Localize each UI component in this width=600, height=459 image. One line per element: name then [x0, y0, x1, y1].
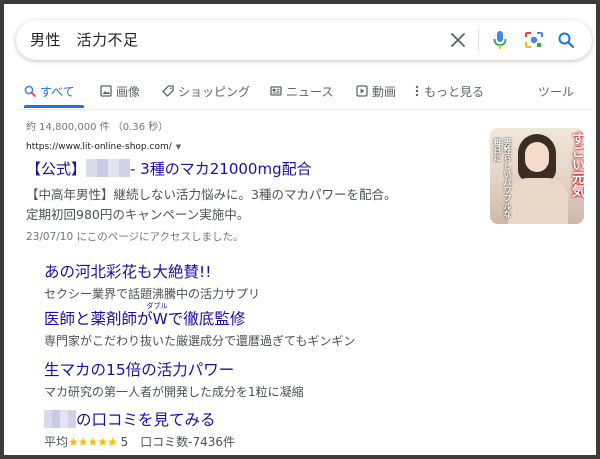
thumbnail-side-text: 男性らしいパワフルな毎日に — [493, 138, 512, 218]
sitelink-title-part[interactable]: W — [153, 310, 168, 328]
image-icon — [100, 85, 112, 97]
sitelink-title-part[interactable]: で徹底監修 — [168, 310, 246, 328]
tab-tools[interactable]: ツール — [538, 80, 574, 102]
ad-desc-line: 【中高年男性】継続しない活力悩みに。3種のマカパワーを配合。 — [26, 187, 397, 202]
tab-label: 画像 — [116, 84, 141, 99]
sitelink-title[interactable]: 医師と薬剤師が ダブル Wで徹底監修 — [44, 302, 504, 329]
ad-url[interactable]: https://www.lit-online-shop.com/ — [26, 142, 172, 152]
news-icon — [270, 86, 282, 96]
sitelink: の口コミを見てみる 平均★★★★★ 5 口コミ数-7436件 — [44, 408, 504, 450]
tab-label: ツール — [538, 84, 575, 99]
blurred-brand-name — [44, 410, 76, 428]
tag-icon — [162, 85, 174, 97]
rating-row: 平均★★★★★ 5 口コミ数-7436件 — [44, 433, 504, 450]
sitelink-title-part[interactable]: の口コミを見てみる — [76, 411, 216, 429]
result-stats: 約 14,800,000 件 （0.36 秒） — [26, 122, 169, 133]
tab-label: 動画 — [372, 84, 397, 99]
sitelink-title-part[interactable]: 医師と薬剤師が — [44, 310, 153, 328]
tab-shopping[interactable]: ショッピング — [162, 80, 250, 102]
screenshot-frame: 男性 活力不足 すべて 画像 ショッピング ニュース 動画 もっと見る ツール … — [0, 0, 600, 459]
tab-label: すべて — [40, 84, 75, 99]
tabs-divider — [18, 109, 590, 110]
thumbnail-face — [525, 142, 549, 172]
more-vert-icon — [415, 85, 419, 97]
ad-thumbnail[interactable]: 男性らしいパワフルな毎日に すごい元気 — [490, 128, 584, 224]
clear-icon[interactable] — [446, 28, 470, 52]
search-icon[interactable] — [554, 28, 578, 52]
ad-title[interactable]: 【公式】 - 3種のマカ21000mg配合 — [26, 158, 486, 179]
sitelink-desc: マカ研究の第一人者が開発した成分を1粒に凝縮 — [44, 385, 304, 399]
sitelink-title[interactable]: 生マカの15倍の活力パワー — [44, 358, 504, 380]
tab-label: ニュース — [286, 84, 334, 99]
ruby-text[interactable]: ダブル W — [147, 302, 168, 328]
sitelink-title[interactable]: あの河北彩花も大絶賛!! — [44, 260, 504, 282]
ad-url-row[interactable]: https://www.lit-online-shop.com/ ▼ — [26, 142, 486, 152]
tab-label: ショッピング — [178, 84, 251, 99]
sitelink: 生マカの15倍の活力パワー マカ研究の第一人者が開発した成分を1粒に凝縮 — [44, 358, 504, 400]
mic-icon[interactable] — [488, 28, 512, 52]
search-icon — [24, 85, 36, 97]
tab-all[interactable]: すべて — [24, 80, 75, 102]
tab-news[interactable]: ニュース — [270, 80, 333, 102]
tab-more[interactable]: もっと見る — [414, 80, 484, 102]
search-input[interactable]: 男性 活力不足 — [30, 29, 139, 50]
rating-prefix: 平均 — [44, 435, 69, 449]
dropdown-arrow-icon[interactable]: ▼ — [176, 143, 181, 151]
ad-desc-line: 定期初回980円のキャンペーン実施中。 — [26, 207, 250, 222]
sitelink-desc: 専門家がこだわり抜いた厳選成分で還暦過ぎてもギンギン — [44, 334, 356, 348]
visited-notice: 23/07/10 にこのページにアクセスしました。 — [26, 231, 244, 243]
search-bar[interactable]: 男性 活力不足 — [16, 20, 592, 60]
tab-images[interactable]: 画像 — [100, 80, 140, 102]
tab-label: もっと見る — [424, 84, 485, 99]
review-count: 口コミ数-7436件 — [140, 435, 235, 449]
star-rating-icon: ★★★★★ — [68, 435, 118, 449]
thumbnail-headline: すごい元気 — [569, 132, 584, 197]
blurred-brand-name — [86, 159, 131, 177]
ad-description: 【中高年男性】継続しない活力悩みに。3種のマカパワーを配合。 定期初回980円の… — [26, 185, 486, 225]
search-tabs: すべて 画像 ショッピング ニュース 動画 もっと見る ツール — [24, 80, 584, 108]
sitelink-desc: セクシー業界で話題沸騰中の活力サプリ — [44, 287, 261, 301]
ruby-annotation: ダブル — [146, 302, 168, 310]
video-icon — [356, 85, 368, 97]
sitelink: あの河北彩花も大絶賛!! セクシー業界で話題沸騰中の活力サプリ — [44, 260, 504, 302]
ad-title-prefix[interactable]: 【公式】 — [26, 160, 86, 178]
search-divider — [478, 29, 479, 51]
active-tab-indicator — [24, 105, 84, 108]
tab-videos[interactable]: 動画 — [356, 80, 396, 102]
rating-value: 5 — [120, 435, 129, 449]
sitelink-title[interactable]: の口コミを見てみる — [44, 408, 504, 430]
ad-title-suffix[interactable]: - 3種のマカ21000mg配合 — [130, 160, 312, 178]
sitelink: 医師と薬剤師が ダブル Wで徹底監修 専門家がこだわり抜いた厳選成分で還暦過ぎてもギ… — [44, 302, 504, 349]
camera-lens-icon[interactable] — [522, 28, 546, 52]
ad-result: https://www.lit-online-shop.com/ ▼ 【公式】 - … — [26, 142, 486, 244]
